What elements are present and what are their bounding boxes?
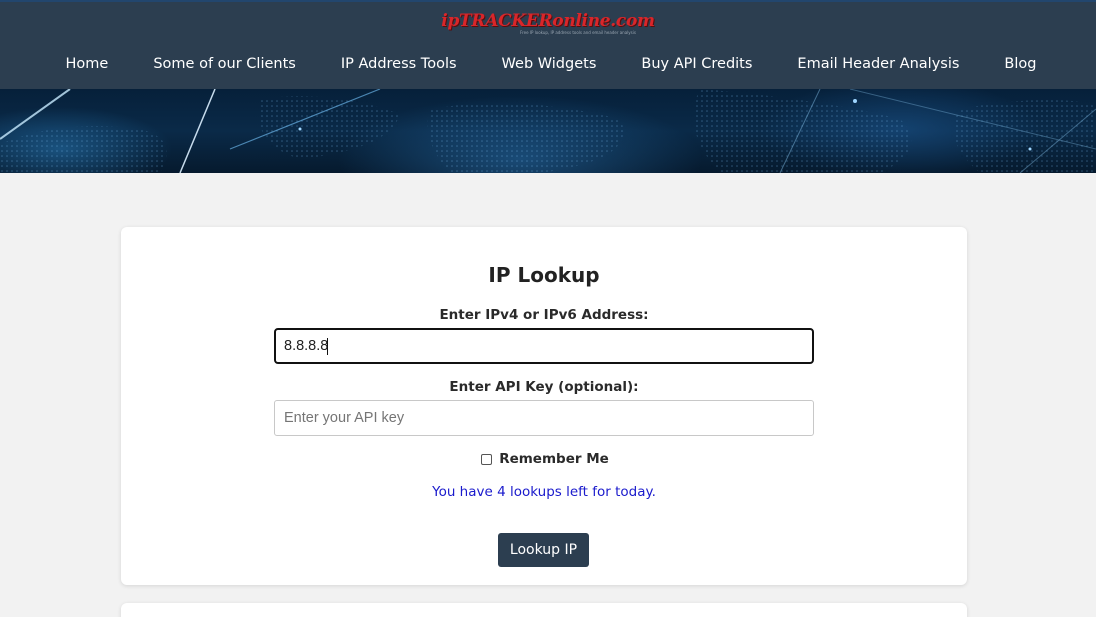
main-nav: Home Some of our Clients IP Address Tool… [0,52,1096,76]
remember-me-checkbox[interactable] [481,453,493,465]
nav-blog[interactable]: Blog [1004,56,1036,72]
hero-banner [0,89,1096,173]
nav-clients[interactable]: Some of our Clients [153,56,295,72]
text-caret [327,338,328,355]
results-card [121,603,967,617]
remember-me-row: Remember Me [121,451,967,467]
nav-home[interactable]: Home [66,56,109,72]
logo-tagline: Free IP lookup, IP address tools and ema… [520,30,636,35]
api-key-input[interactable] [274,400,814,436]
nav-web-widgets[interactable]: Web Widgets [502,56,597,72]
nav-ip-tools[interactable]: IP Address Tools [341,56,457,72]
site-header: ipTRACKERonline.com Free IP lookup, IP a… [0,0,1096,89]
network-globe-graphic [0,89,1096,173]
api-key-label: Enter API Key (optional): [449,379,639,395]
nav-email-header-analysis[interactable]: Email Header Analysis [797,56,959,72]
ip-address-input[interactable] [274,328,814,364]
site-logo[interactable]: ipTRACKERonline.com Free IP lookup, IP a… [0,11,1096,35]
ip-lookup-card: IP Lookup Enter IPv4 or IPv6 Address: En… [121,227,967,585]
nav-buy-api-credits[interactable]: Buy API Credits [641,56,752,72]
lookup-ip-button[interactable]: Lookup IP [498,533,589,567]
lookups-remaining-text: You have 4 lookups left for today. [432,484,656,500]
logo-text[interactable]: ipTRACKERonline.com [441,11,655,31]
remember-me-label[interactable]: Remember Me [499,451,609,467]
ip-address-label: Enter IPv4 or IPv6 Address: [439,307,649,323]
page-title: IP Lookup [488,263,600,287]
